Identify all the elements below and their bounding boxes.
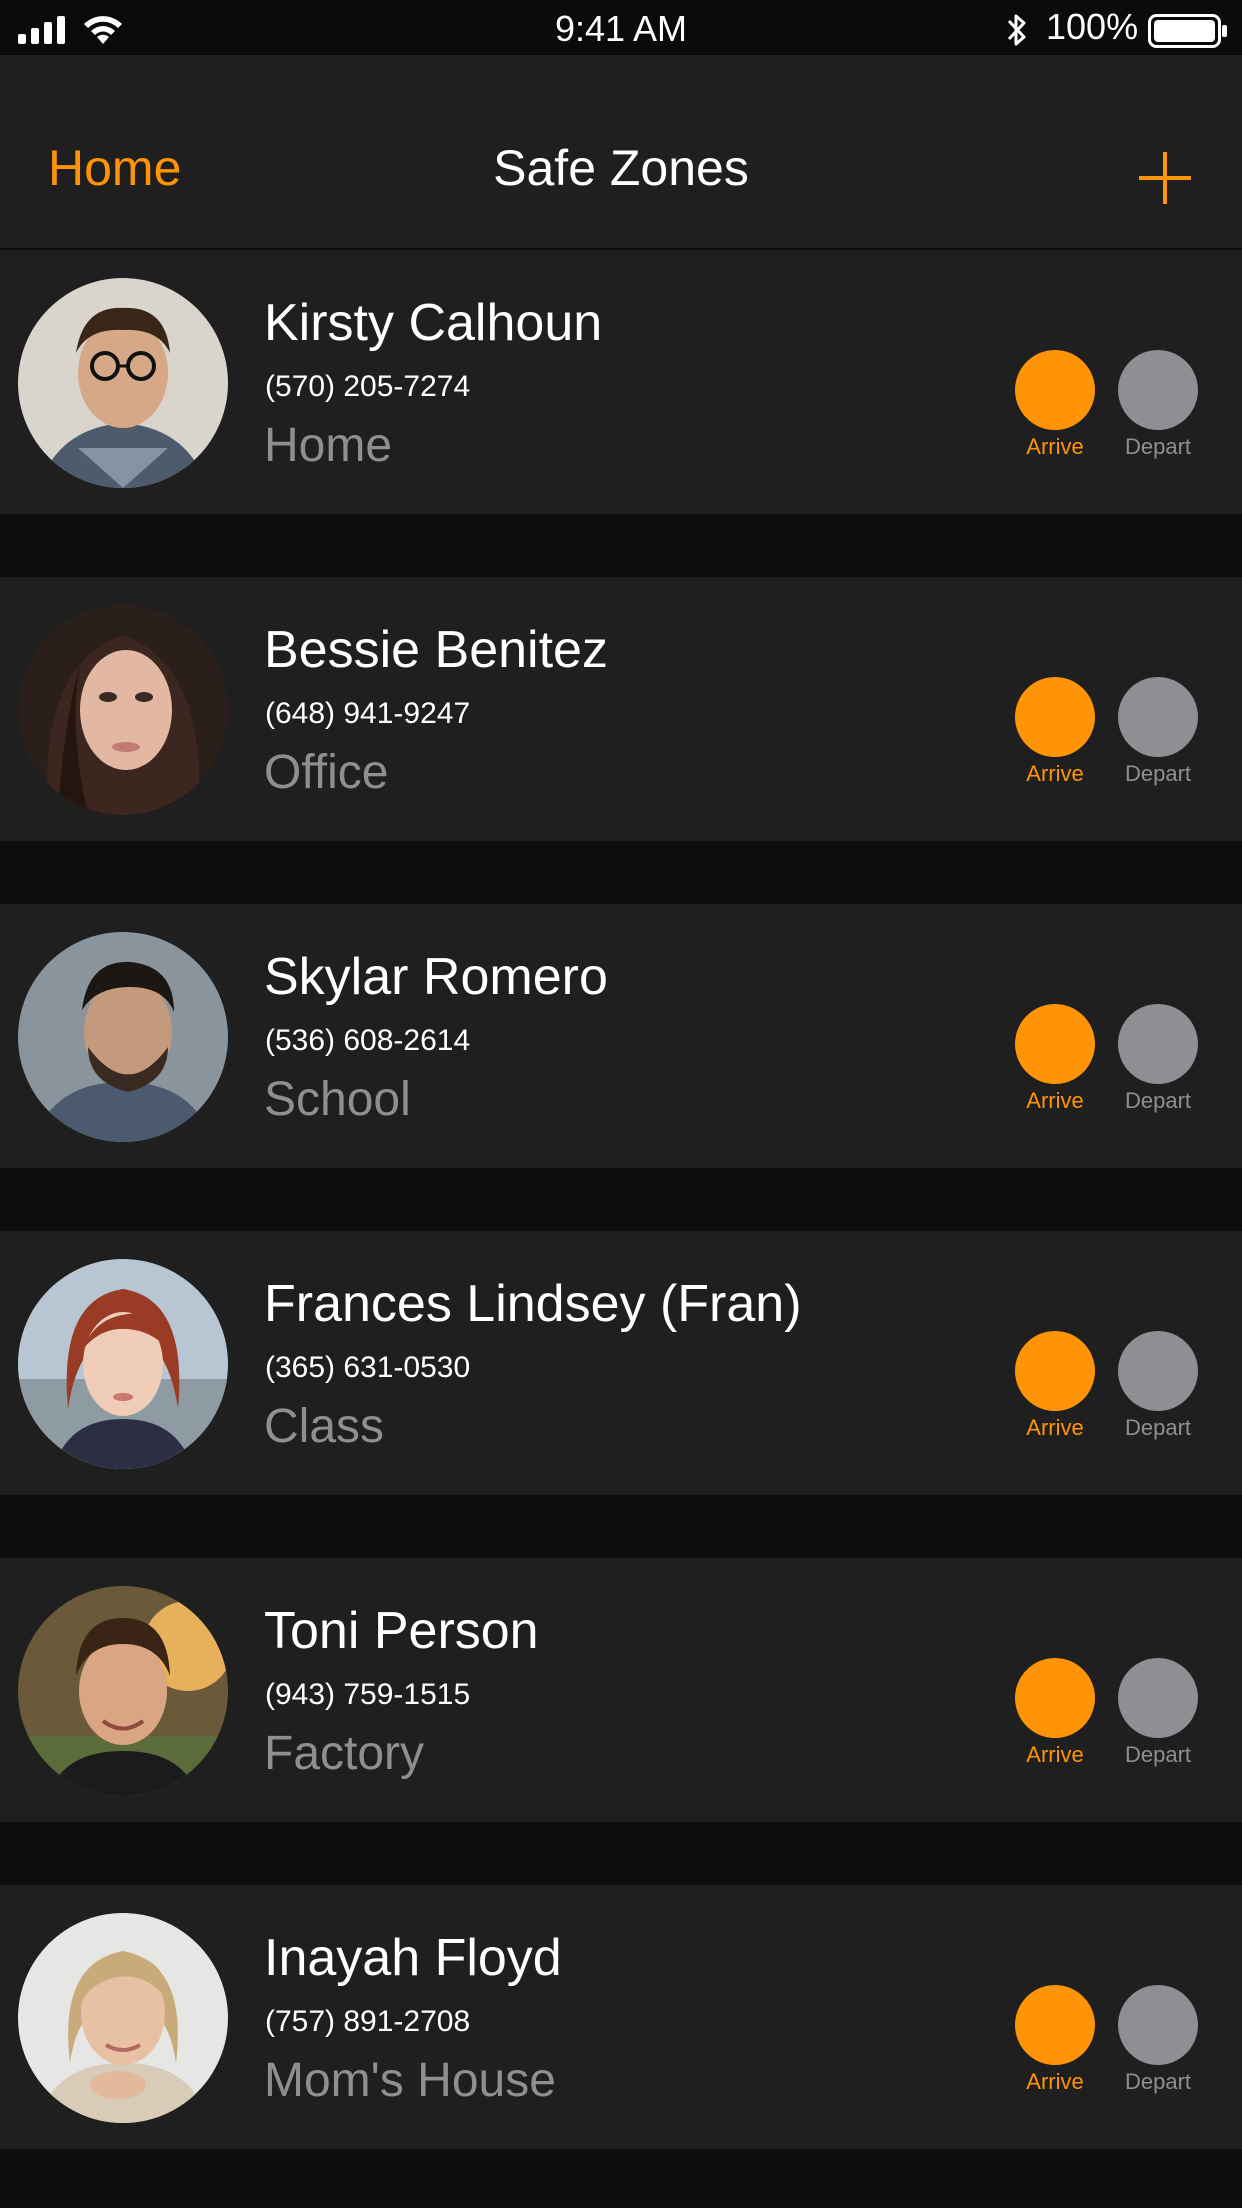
list-item[interactable]: Toni Person (943) 759-1515 Factory Arriv… — [0, 1558, 1242, 1822]
arrive-label: Arrive — [1026, 2069, 1084, 2094]
avatar — [18, 605, 228, 815]
depart-label: Depart — [1124, 2069, 1192, 2094]
contact-zone: Class — [264, 1400, 385, 1453]
avatar — [18, 1913, 228, 2123]
arrive-toggle[interactable]: Arrive — [1000, 1985, 1110, 2095]
depart-toggle[interactable]: Depart — [1103, 1985, 1213, 2095]
contact-phone: (648) 941-9247 — [265, 697, 471, 730]
contact-zone: Factory — [264, 1727, 425, 1780]
depart-dot[interactable] — [1118, 1658, 1198, 1738]
avatar — [18, 1586, 228, 1796]
arrive-dot[interactable] — [1015, 350, 1095, 430]
contact-name: Frances Lindsey (Fran) — [264, 1275, 802, 1333]
list-item[interactable]: Frances Lindsey (Fran) (365) 631-0530 Cl… — [0, 1231, 1242, 1495]
contact-name: Skylar Romero — [264, 948, 608, 1006]
arrive-label: Arrive — [1026, 761, 1084, 786]
contact-name: Bessie Benitez — [264, 621, 608, 679]
arrive-toggle[interactable]: Arrive — [1000, 1004, 1110, 1114]
arrive-label: Arrive — [1026, 1415, 1084, 1440]
depart-label: Depart — [1124, 1088, 1192, 1113]
depart-label: Depart — [1124, 761, 1192, 786]
plus-icon[interactable] — [1137, 150, 1193, 206]
depart-dot[interactable] — [1118, 1985, 1198, 2065]
contact-zone: Mom's House — [264, 2054, 556, 2107]
bluetooth-icon — [1007, 14, 1026, 46]
avatar — [18, 278, 228, 488]
contact-phone: (757) 891-2708 — [265, 2005, 471, 2038]
depart-label: Depart — [1124, 434, 1192, 459]
list-item[interactable]: Kirsty Calhoun (570) 205-7274 Home Arriv… — [0, 250, 1242, 514]
arrive-toggle[interactable]: Arrive — [1000, 677, 1110, 787]
contact-zone: School — [264, 1073, 411, 1126]
arrive-toggle[interactable]: Arrive — [1000, 350, 1110, 460]
arrive-label: Arrive — [1026, 1742, 1084, 1767]
depart-toggle[interactable]: Depart — [1103, 677, 1213, 787]
list-item[interactable]: Bessie Benitez (648) 941-9247 Office Arr… — [0, 577, 1242, 841]
arrive-label: Arrive — [1026, 434, 1084, 459]
contact-phone: (536) 608-2614 — [265, 1024, 471, 1057]
depart-dot[interactable] — [1118, 677, 1198, 757]
depart-toggle[interactable]: Depart — [1103, 1658, 1213, 1768]
contact-zone: Home — [264, 419, 393, 472]
battery-icon — [1148, 14, 1227, 48]
navigation-bar: Home Safe Zones — [0, 55, 1242, 250]
depart-toggle[interactable]: Depart — [1103, 1004, 1213, 1114]
depart-dot[interactable] — [1118, 1004, 1198, 1084]
arrive-dot[interactable] — [1015, 1985, 1095, 2065]
contact-phone: (570) 205-7274 — [265, 370, 471, 403]
arrive-dot[interactable] — [1015, 1004, 1095, 1084]
depart-toggle[interactable]: Depart — [1103, 1331, 1213, 1441]
list-item[interactable]: Skylar Romero (536) 608-2614 School Arri… — [0, 904, 1242, 1168]
status-bar: 9:41 AM 100% — [0, 0, 1242, 55]
arrive-dot[interactable] — [1015, 677, 1095, 757]
arrive-dot[interactable] — [1015, 1658, 1095, 1738]
contact-phone: (365) 631-0530 — [265, 1351, 471, 1384]
arrive-toggle[interactable]: Arrive — [1000, 1658, 1110, 1768]
list-item[interactable]: Inayah Floyd (757) 891-2708 Mom's House … — [0, 1885, 1242, 2149]
contact-zone: Office — [264, 746, 389, 799]
arrive-dot[interactable] — [1015, 1331, 1095, 1411]
contact-phone: (943) 759-1515 — [265, 1678, 471, 1711]
depart-label: Depart — [1124, 1415, 1192, 1440]
contact-name: Toni Person — [264, 1602, 539, 1660]
avatar — [18, 932, 228, 1142]
battery-percent: 100% — [1046, 6, 1139, 47]
arrive-label: Arrive — [1026, 1088, 1084, 1113]
arrive-toggle[interactable]: Arrive — [1000, 1331, 1110, 1441]
contact-name: Inayah Floyd — [264, 1929, 562, 1987]
depart-label: Depart — [1124, 1742, 1192, 1767]
depart-toggle[interactable]: Depart — [1103, 350, 1213, 460]
page-title: Safe Zones — [493, 140, 749, 196]
depart-dot[interactable] — [1118, 1331, 1198, 1411]
contact-name: Kirsty Calhoun — [264, 294, 603, 352]
avatar — [18, 1259, 228, 1469]
depart-dot[interactable] — [1118, 350, 1198, 430]
